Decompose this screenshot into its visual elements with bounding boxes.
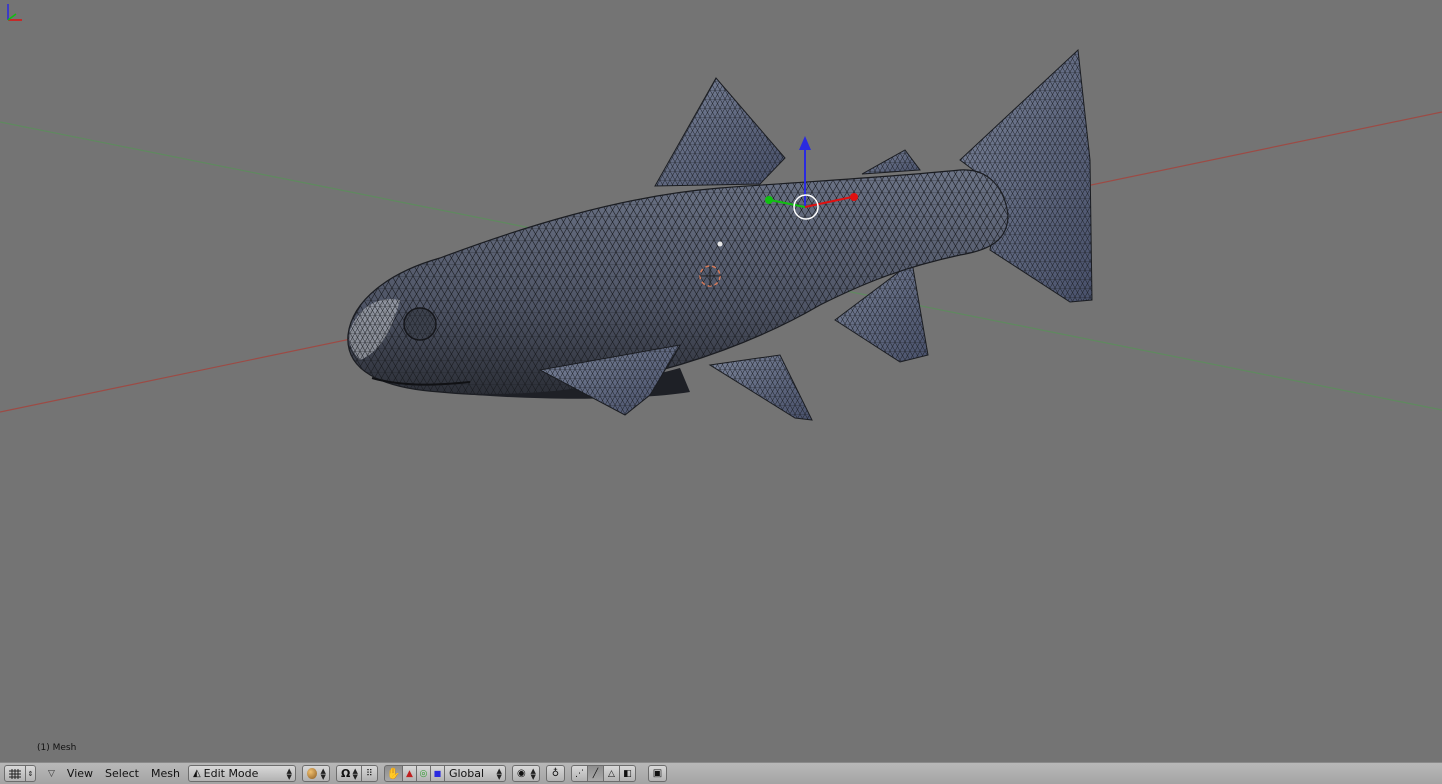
editor-type-arrows[interactable]: ⇕ xyxy=(25,765,36,782)
select-arrows-icon: ▲ ▼ xyxy=(530,767,536,781)
proportional-edit-icon: ◉ xyxy=(516,768,526,779)
edge-select-icon[interactable]: ╱ xyxy=(586,765,604,782)
snap-magnet-icon[interactable]: ♁ xyxy=(545,765,565,782)
manipulator-translate-icon[interactable]: ▲ xyxy=(401,765,417,782)
pivot-select[interactable]: Ω ▲ ▼ xyxy=(335,765,362,782)
select-arrows-icon: ▲ ▼ xyxy=(320,767,326,781)
grid-icon xyxy=(9,768,21,779)
shading-select[interactable]: ▲ ▼ xyxy=(301,765,330,782)
select-arrows-icon: ▲ ▼ xyxy=(286,767,292,781)
manipulator-rotate-icon[interactable]: ◎ xyxy=(415,765,431,782)
manipulator-hand-icon[interactable]: ✋ xyxy=(383,765,403,782)
select-arrows-icon: ▲ ▼ xyxy=(496,767,502,781)
object-label: (1) Mesh xyxy=(37,743,77,753)
occlude-geometry-icon[interactable]: ◧ xyxy=(618,765,636,782)
face-select-icon[interactable]: △ xyxy=(602,765,620,782)
collapse-menu-icon[interactable]: ▽ xyxy=(42,765,61,782)
adipose-fin xyxy=(861,149,921,175)
manipulator-scale-icon[interactable]: ■ xyxy=(429,765,445,782)
proportional-edit-select[interactable]: ◉ ▲ ▼ xyxy=(511,765,540,782)
mode-select-label: Edit Mode xyxy=(203,767,259,780)
pivot-center-icon[interactable]: ⠿ xyxy=(360,765,378,782)
editor-type-button[interactable] xyxy=(4,765,26,782)
mode-select[interactable]: ◭ Edit Mode ▲ ▼ xyxy=(187,765,296,782)
render-image-icon[interactable]: ▣ xyxy=(647,765,667,782)
view-menu[interactable]: View xyxy=(61,765,99,782)
axis-orientation-icon xyxy=(7,4,22,21)
3d-viewport[interactable]: (1) Mesh xyxy=(0,0,1442,762)
origin-dot xyxy=(717,241,723,247)
pelvic-fin xyxy=(708,354,813,421)
orientation-select[interactable]: Global ▲ ▼ xyxy=(443,765,506,782)
dorsal-fin xyxy=(654,77,786,187)
shading-solid-icon xyxy=(306,768,317,779)
edit-mode-icon: ◭ xyxy=(192,768,201,779)
orientation-select-label: Global xyxy=(448,767,485,780)
3d-view-header: ⇕ ▽ View Select Mesh ◭ Edit Mode ▲ ▼ ▲ ▼ Ω… xyxy=(0,762,1442,784)
vertex-select-icon[interactable]: ⋰ xyxy=(570,765,588,782)
select-arrows-icon: ▲ ▼ xyxy=(352,767,358,781)
select-menu[interactable]: Select xyxy=(99,765,145,782)
pivot-icon: Ω xyxy=(340,767,351,780)
viewport-canvas[interactable] xyxy=(0,0,1442,762)
mesh-menu[interactable]: Mesh xyxy=(145,765,186,782)
